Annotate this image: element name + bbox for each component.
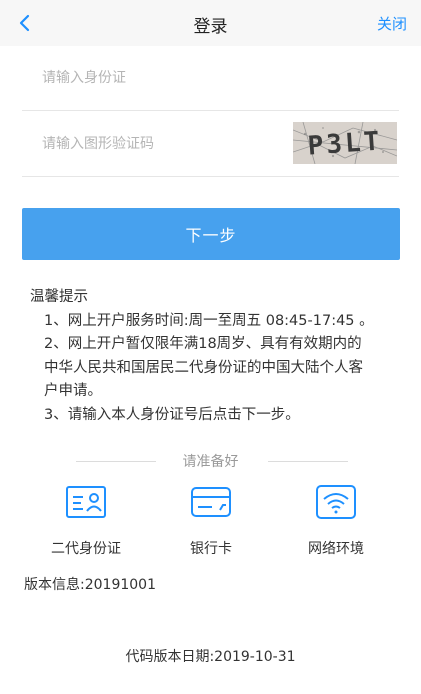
prepare-item-id-card: 二代身份证	[31, 484, 141, 558]
prepare-item-network: 网络环境	[281, 484, 391, 558]
tip-item-2-line2: 中华人民共和国居民二代身份证的中国大陆个人客	[44, 359, 363, 376]
id-card-field	[22, 46, 399, 111]
captcha-input[interactable]	[42, 112, 282, 176]
code-version-date: 代码版本日期:2019-10-31	[125, 649, 296, 665]
bank-card-icon	[191, 487, 231, 517]
close-button[interactable]: 关闭	[377, 13, 407, 34]
nav-bar: 登录 关闭	[0, 0, 421, 46]
captcha-image[interactable]: P3LT	[293, 122, 397, 164]
captcha-field: P3LT	[22, 112, 399, 177]
tip-item-2-line1: 2、网上开户暂仅限年满18周岁、具有有效期内的	[44, 336, 362, 352]
next-step-button[interactable]: 下一步	[22, 208, 400, 260]
page-title: 登录	[193, 17, 228, 37]
tips-section: 温馨提示 1、网上开户服务时间:周一至周五 08:45-17:45 。 2、网上…	[30, 286, 400, 427]
tip-item-3: 3、请输入本人身份证号后点击下一步。	[44, 406, 300, 423]
svg-text:P3LT: P3LT	[307, 126, 384, 161]
tip-item-1: 1、网上开户服务时间:周一至周五 08:45-17:45 。	[44, 312, 374, 329]
version-info: 版本信息:20191001	[24, 577, 156, 593]
prepare-title: 请准备好	[182, 454, 239, 470]
id-card-input[interactable]	[42, 46, 282, 110]
divider-right	[268, 461, 348, 462]
wifi-icon	[316, 485, 356, 519]
prepare-label-network: 网络环境	[308, 541, 364, 557]
prepare-label-bank-card: 银行卡	[190, 541, 232, 557]
prepare-label-id-card: 二代身份证	[51, 541, 121, 557]
tip-item-2-line3: 户申请。	[44, 383, 102, 399]
id-card-icon	[66, 486, 106, 518]
tips-heading: 温馨提示	[30, 289, 88, 305]
prepare-item-bank-card: 银行卡	[156, 484, 266, 558]
